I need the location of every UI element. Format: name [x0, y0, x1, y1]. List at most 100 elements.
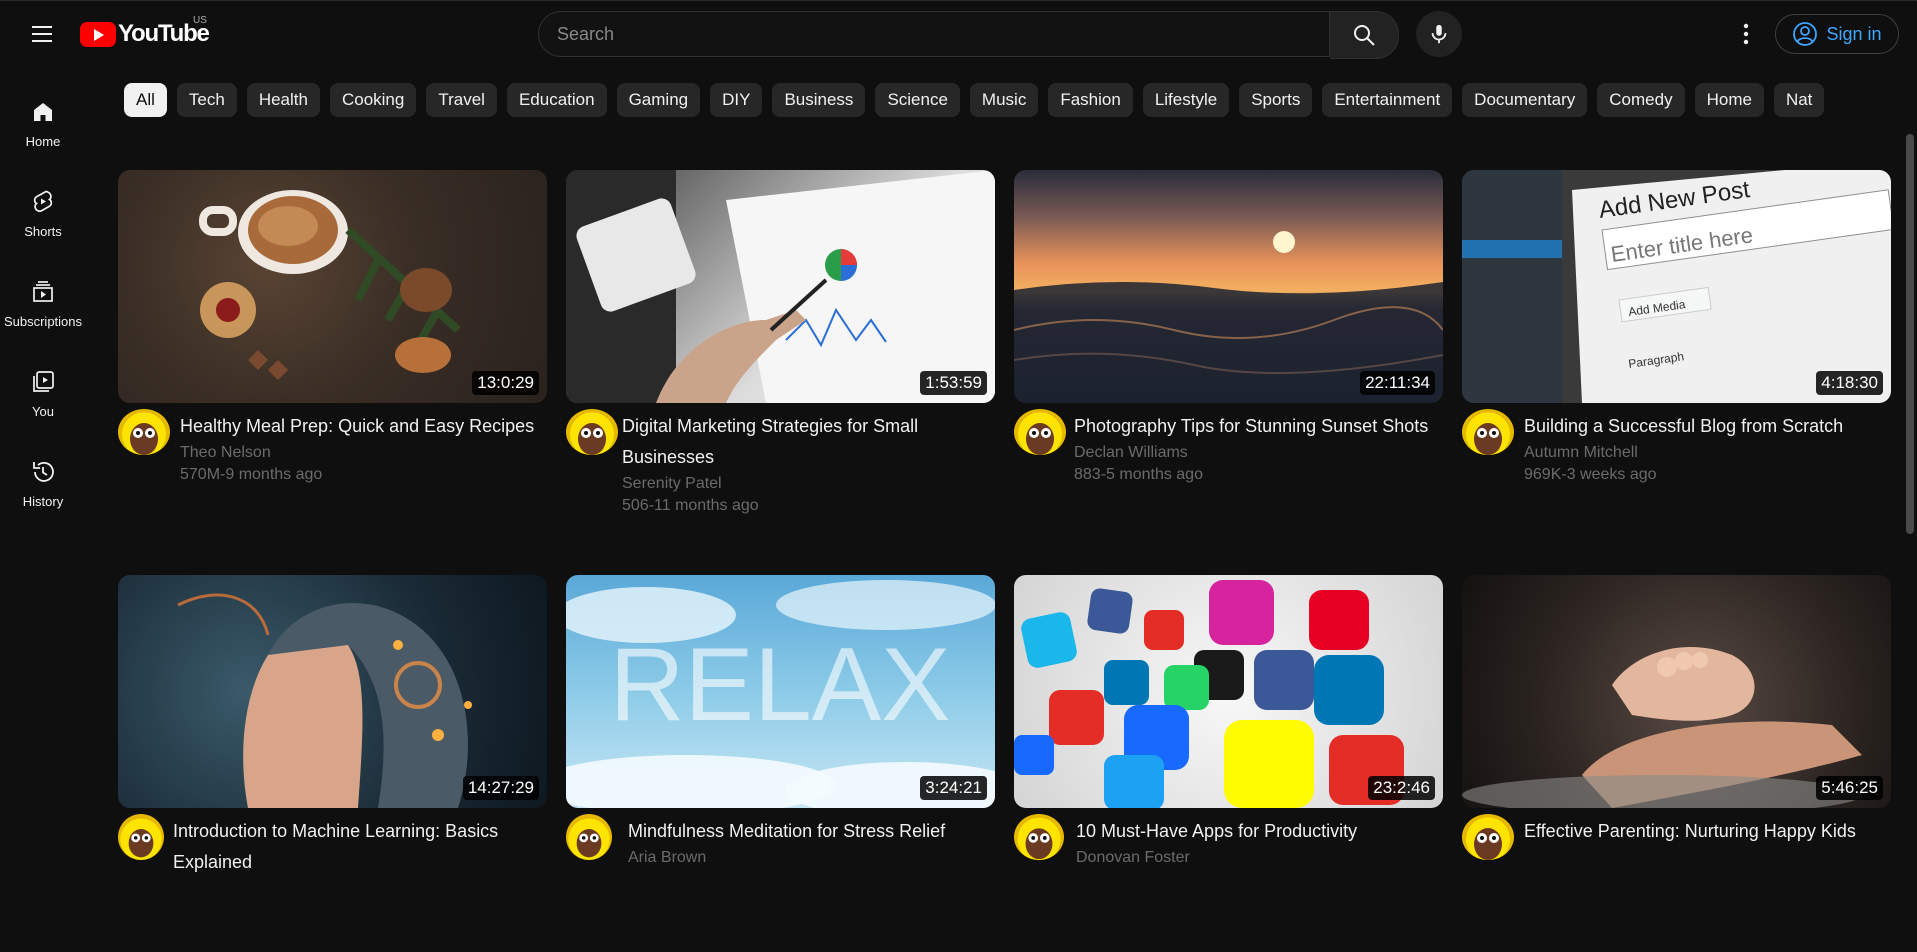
sign-in-button[interactable]: Sign in: [1775, 14, 1899, 54]
channel-avatar[interactable]: [566, 409, 618, 455]
video-stats: 969K-3 weeks ago: [1524, 466, 1657, 483]
sidebar-item-history[interactable]: History: [0, 452, 86, 542]
video-thumbnail[interactable]: 1:53:59: [566, 170, 995, 403]
video-title[interactable]: Healthy Meal Prep: Quick and Easy Recipe…: [180, 411, 540, 442]
thumbnail-image: [199, 190, 461, 380]
channel-name[interactable]: Theo Nelson: [180, 442, 540, 464]
video-thumbnail[interactable]: 23:2:46: [1014, 575, 1443, 808]
home-icon: [29, 98, 57, 126]
chip-business[interactable]: Business: [772, 83, 866, 117]
video-card: 13:0:29 Healthy Meal Prep: Quick and Eas…: [118, 170, 547, 547]
video-duration: 23:2:46: [1368, 776, 1435, 800]
channel-avatar[interactable]: [1014, 409, 1066, 455]
video-thumbnail[interactable]: RELAX 3:24:21: [566, 575, 995, 808]
category-chip-bar: All Tech Health Cooking Travel Education Gamin…: [124, 83, 1917, 117]
channel-name[interactable]: Declan Williams: [1074, 442, 1434, 464]
chip-nature[interactable]: Nat: [1773, 83, 1825, 117]
thumbnail-image: Add New Post Enter title here Add Media …: [1462, 170, 1891, 403]
sidebar-item-shorts[interactable]: Shorts: [0, 182, 86, 272]
chip-education[interactable]: Education: [506, 83, 607, 117]
video-card: 1:53:59 Digital Marketing Strategies for…: [566, 170, 995, 547]
video-title[interactable]: Introduction to Machine Learning: Basics…: [173, 816, 533, 878]
video-thumbnail[interactable]: Add New Post Enter title here Add Media …: [1462, 170, 1891, 403]
thumbnail-image: [1462, 646, 1862, 808]
chip-diy[interactable]: DIY: [710, 83, 763, 117]
menu-icon[interactable]: [22, 19, 62, 49]
video-title[interactable]: Digital Marketing Strategies for Small B…: [622, 411, 982, 473]
video-thumbnail[interactable]: 22:11:34: [1014, 170, 1443, 403]
video-title[interactable]: Effective Parenting: Nurturing Happy Kid…: [1524, 816, 1884, 847]
channel-name[interactable]: Aria Brown: [628, 847, 988, 869]
channel-avatar[interactable]: [1462, 409, 1514, 455]
chip-gaming[interactable]: Gaming: [616, 83, 701, 117]
chip-documentary[interactable]: Documentary: [1462, 83, 1588, 117]
voice-search-button[interactable]: [1416, 11, 1462, 57]
youtube-play-icon: [80, 21, 116, 47]
search-input[interactable]: [538, 11, 1330, 57]
channel-name[interactable]: Autumn Mitchell: [1524, 442, 1884, 464]
account-circle-icon: [1793, 22, 1818, 46]
chip-comedy[interactable]: Comedy: [1597, 83, 1685, 117]
thumbnail-image: [177, 593, 472, 808]
video-title[interactable]: Building a Successful Blog from Scratch: [1524, 411, 1884, 442]
sidebar-item-label: Home: [25, 134, 61, 149]
channel-avatar[interactable]: [118, 409, 170, 455]
channel-avatar[interactable]: [566, 814, 612, 860]
video-card: RELAX 3:24:21 Mindfulness Meditation for…: [566, 575, 995, 952]
scrollbar[interactable]: [1906, 134, 1914, 534]
chip-all[interactable]: All: [124, 83, 167, 117]
sidebar-item-you[interactable]: You: [0, 362, 86, 452]
chip-health[interactable]: Health: [246, 83, 320, 117]
chip-fashion[interactable]: Fashion: [1048, 83, 1133, 117]
chip-music[interactable]: Music: [969, 83, 1039, 117]
shorts-icon: [29, 188, 57, 216]
video-duration: 13:0:29: [472, 371, 539, 395]
channel-name[interactable]: Donovan Foster: [1076, 847, 1436, 869]
video-duration: 3:24:21: [920, 776, 987, 800]
sidebar-item-label: You: [32, 404, 54, 419]
chip-cooking[interactable]: Cooking: [329, 83, 417, 117]
thumbnail-image: [1014, 231, 1443, 403]
chip-entertainment[interactable]: Entertainment: [1322, 83, 1453, 117]
video-card: 14:27:29 Introduction to Machine Learnin…: [118, 575, 547, 952]
video-duration: 1:53:59: [920, 371, 987, 395]
video-thumbnail[interactable]: 13:0:29: [118, 170, 547, 403]
search-icon: [1354, 25, 1375, 46]
search-bar: [538, 11, 1399, 59]
video-title[interactable]: 10 Must-Have Apps for Productivity: [1076, 816, 1436, 847]
chip-sports[interactable]: Sports: [1239, 83, 1313, 117]
more-options-button[interactable]: [1732, 15, 1760, 53]
video-thumbnail[interactable]: 5:46:25: [1462, 575, 1891, 808]
channel-avatar[interactable]: [1014, 814, 1064, 860]
video-stats: 883-5 months ago: [1074, 466, 1203, 483]
youtube-logo[interactable]: YouTube: [80, 20, 210, 47]
video-card: 23:2:46 10 Must-Have Apps for Productivi…: [1014, 575, 1443, 952]
sidebar: Home Shorts Subscriptions You History: [0, 92, 86, 542]
video-duration: 14:27:29: [462, 776, 539, 800]
chip-tech[interactable]: Tech: [176, 83, 237, 117]
channel-avatar[interactable]: [1462, 814, 1514, 860]
video-stats: 570M-9 months ago: [180, 466, 323, 483]
subscriptions-icon: [29, 278, 57, 306]
video-title[interactable]: Mindfulness Meditation for Stress Relief: [628, 816, 988, 847]
channel-avatar[interactable]: [118, 814, 164, 860]
channel-name[interactable]: Serenity Patel: [622, 473, 982, 495]
chip-science[interactable]: Science: [875, 83, 960, 117]
sidebar-item-subscriptions[interactable]: Subscriptions: [0, 272, 86, 362]
video-title[interactable]: Photography Tips for Stunning Sunset Sho…: [1074, 411, 1434, 442]
video-card: Add New Post Enter title here Add Media …: [1462, 170, 1891, 547]
chip-travel[interactable]: Travel: [426, 83, 497, 117]
video-duration: 5:46:25: [1816, 776, 1883, 800]
region-code: US: [193, 15, 207, 26]
video-duration: 22:11:34: [1360, 371, 1435, 395]
chip-home[interactable]: Home: [1694, 83, 1764, 117]
you-icon: [29, 368, 57, 396]
sidebar-item-home[interactable]: Home: [0, 92, 86, 182]
top-bar: YouTube US Sign in: [0, 0, 1917, 66]
thumbnail-image: RELAX: [566, 580, 995, 808]
video-thumbnail[interactable]: 14:27:29: [118, 575, 547, 808]
search-button[interactable]: [1330, 11, 1399, 59]
chip-lifestyle[interactable]: Lifestyle: [1142, 83, 1230, 117]
thumbnail-image: [1014, 580, 1404, 808]
sidebar-item-label: Shorts: [24, 224, 62, 239]
